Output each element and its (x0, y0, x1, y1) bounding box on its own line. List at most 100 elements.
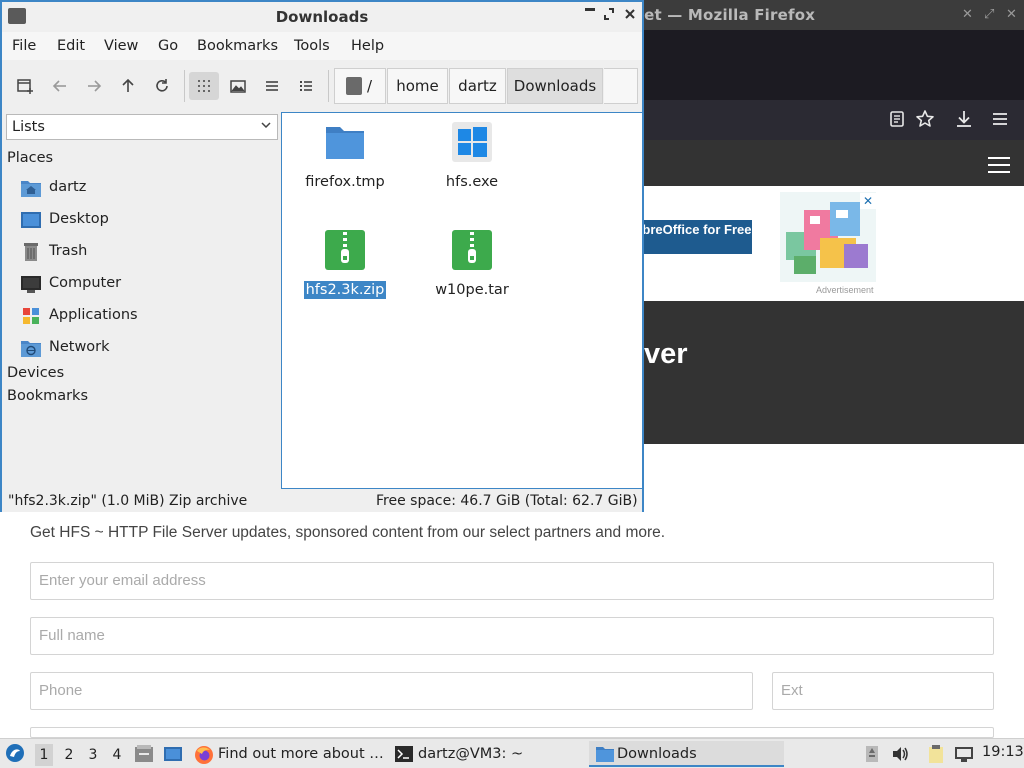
toolbar: / home dartz Downloads (2, 62, 642, 110)
selection-info: "hfs2.3k.zip" (1.0 MiB) Zip archive (8, 493, 248, 509)
menu-tools[interactable]: Tools (294, 38, 330, 54)
menu-file[interactable]: File (12, 38, 36, 54)
next-field[interactable] (30, 727, 994, 738)
workspace-3[interactable]: 3 (84, 744, 102, 766)
firefox-icon (194, 745, 214, 764)
zip-archive-icon (324, 229, 366, 271)
file-item-hfs-exe[interactable]: hfs.exe (422, 121, 522, 191)
start-menu-icon[interactable] (5, 743, 25, 762)
sidebar-item-label: Applications (49, 307, 138, 323)
file-manager-window: Downloads File Edit View Go Bookmarks To… (0, 0, 644, 512)
home-folder-icon (20, 178, 42, 198)
reader-view-icon[interactable] (886, 108, 908, 130)
minimize-icon[interactable] (584, 7, 596, 25)
tar-archive-icon (451, 229, 493, 271)
breadcrumb-downloads[interactable]: Downloads (507, 68, 603, 104)
site-menu-icon[interactable] (988, 157, 1010, 173)
breadcrumb-root-label: / (367, 77, 373, 95)
file-name: hfs.exe (445, 174, 499, 190)
workspace-2[interactable]: 2 (60, 744, 78, 766)
desktop-icon (20, 210, 42, 230)
sidebar-item-label: Desktop (49, 211, 109, 227)
places-heading[interactable]: Places (7, 150, 53, 166)
workspace-1[interactable]: 1 (35, 744, 53, 766)
free-space-info: Free space: 46.7 GiB (Total: 62.7 GiB) (376, 493, 638, 509)
bookmarks-heading[interactable]: Bookmarks (7, 388, 88, 404)
sidebar-item-computer[interactable]: Computer (20, 270, 276, 298)
volume-icon[interactable] (890, 745, 910, 763)
status-bar: "hfs2.3k.zip" (1.0 MiB) Zip archive Free… (2, 490, 642, 512)
task-label: Find out more about … (218, 746, 384, 762)
up-icon[interactable] (113, 72, 143, 100)
ad-close-icon[interactable]: ✕ (860, 193, 876, 209)
applications-icon (20, 306, 42, 326)
thumbnail-view-icon[interactable] (223, 72, 253, 100)
close-icon[interactable]: ✕ (1006, 7, 1017, 23)
compact-view-icon[interactable] (257, 72, 287, 100)
windows-executable-icon (451, 121, 493, 163)
phone-field[interactable]: Phone (30, 672, 753, 710)
task-downloads[interactable]: Downloads (589, 741, 784, 767)
sidebar-item-trash[interactable]: Trash (20, 238, 276, 266)
clipboard-icon[interactable] (926, 745, 946, 763)
app-menu-icon[interactable] (989, 108, 1011, 130)
email-field[interactable]: Enter your email address (30, 562, 994, 600)
workspace-4[interactable]: 4 (108, 744, 126, 766)
menu-view[interactable]: View (104, 38, 138, 54)
removable-drive-icon[interactable] (862, 745, 882, 763)
breadcrumb-root[interactable]: / (334, 68, 386, 104)
menu-bookmarks[interactable]: Bookmarks (197, 38, 278, 54)
close-icon[interactable] (624, 7, 636, 25)
full-name-field[interactable]: Full name (30, 617, 994, 655)
breadcrumb-home[interactable]: home (387, 68, 448, 104)
file-manager-launcher-icon[interactable] (134, 745, 154, 763)
file-item-hfs2-zip[interactable]: hfs2.3k.zip (295, 229, 395, 299)
icon-view-icon[interactable] (189, 72, 219, 100)
sidebar-item-label: dartz (49, 179, 87, 195)
side-pane-mode-select[interactable]: Lists (6, 114, 278, 140)
window-title: Downloads (275, 8, 369, 26)
sidebar-item-desktop[interactable]: Desktop (20, 206, 276, 234)
maximize-icon[interactable] (603, 7, 615, 25)
bookmark-star-icon[interactable] (914, 108, 936, 130)
show-desktop-icon[interactable] (163, 745, 183, 763)
new-tab-icon[interactable] (10, 72, 40, 100)
back-icon[interactable] (45, 72, 75, 100)
harddisk-icon (346, 77, 362, 95)
menu-edit[interactable]: Edit (57, 38, 85, 54)
sidebar-item-dartz[interactable]: dartz (20, 174, 276, 202)
ext-field[interactable]: Ext (772, 672, 994, 710)
task-firefox[interactable]: Find out more about … (194, 741, 384, 767)
newsletter-description: Get HFS ~ HTTP File Server updates, spon… (30, 524, 666, 541)
file-item-w10pe-tar[interactable]: w10pe.tar (422, 229, 522, 299)
file-item-firefox-tmp[interactable]: firefox.tmp (295, 121, 395, 191)
menu-go[interactable]: Go (158, 38, 178, 54)
breadcrumb-dartz[interactable]: dartz (449, 68, 506, 104)
maximize-icon[interactable]: ⤢ (984, 7, 994, 23)
folder-icon (324, 121, 366, 163)
reload-icon[interactable] (147, 72, 177, 100)
ad-label: Advertisement (816, 285, 874, 295)
devices-heading[interactable]: Devices (7, 365, 64, 381)
sidebar-item-label: Computer (49, 275, 122, 291)
sidebar-item-network[interactable]: Network (20, 334, 276, 362)
sidebar-item-applications[interactable]: Applications (20, 302, 276, 330)
side-pane-mode-value: Lists (12, 119, 45, 135)
network-status-icon[interactable] (954, 745, 974, 763)
file-manager-titlebar[interactable]: Downloads (2, 2, 642, 30)
terminal-icon (394, 745, 414, 763)
clock[interactable]: 19:13 (982, 744, 1024, 760)
task-label: dartz@VM3: ~ (418, 746, 524, 762)
task-label: Downloads (617, 746, 697, 762)
detailed-list-view-icon[interactable] (291, 72, 321, 100)
download-icon[interactable] (953, 108, 975, 130)
minimize-icon[interactable]: ✕ (962, 7, 973, 23)
file-view[interactable]: firefox.tmp hfs.exe hfs2.3k.zip w10pe.ta… (281, 112, 643, 489)
trash-icon (20, 242, 42, 262)
chevron-down-icon (259, 118, 273, 136)
toolbar-separator (328, 70, 329, 102)
task-terminal[interactable]: dartz@VM3: ~ (394, 741, 584, 767)
forward-icon[interactable] (79, 72, 109, 100)
menu-help[interactable]: Help (351, 38, 384, 54)
toolbar-separator (184, 70, 185, 102)
